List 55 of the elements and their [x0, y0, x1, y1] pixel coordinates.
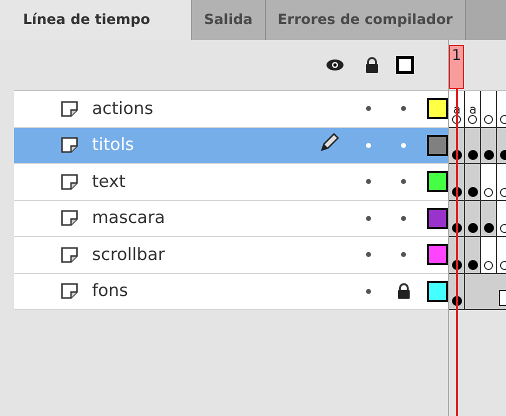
blank-keyframe[interactable]	[481, 91, 497, 126]
keyframe[interactable]	[465, 164, 481, 200]
outline-color-swatch[interactable]	[427, 244, 448, 266]
panel-tab[interactable]: Salida	[192, 0, 266, 40]
playhead[interactable]: 1	[449, 45, 464, 89]
layer-row[interactable]: text	[14, 164, 448, 200]
panel-tab[interactable]: Línea de tiempo	[0, 0, 192, 40]
layer-name: actions	[92, 98, 154, 119]
action-keyframe[interactable]	[465, 91, 481, 126]
outline-color-swatch[interactable]	[427, 134, 448, 156]
visibility-dot[interactable]	[366, 216, 370, 221]
visibility-dot[interactable]	[366, 142, 371, 148]
layer-icon	[61, 137, 79, 154]
layer-row[interactable]: scrollbar	[14, 237, 448, 274]
blank-keyframe[interactable]	[481, 164, 497, 200]
layer-icon	[61, 283, 79, 300]
keyframe[interactable]	[465, 128, 481, 163]
layer-icon	[61, 174, 79, 190]
lock-dot[interactable]	[400, 106, 406, 112]
outline-color-swatch[interactable]	[427, 208, 448, 229]
layer-row[interactable]: mascara	[14, 200, 448, 237]
action-script-icon	[468, 106, 476, 114]
visibility-dot[interactable]	[366, 252, 370, 258]
keyframe[interactable]	[481, 128, 497, 163]
lock-icon[interactable]	[365, 57, 379, 73]
outline-color-swatch[interactable]	[427, 98, 448, 120]
pencil-icon	[318, 133, 339, 154]
eye-icon[interactable]	[326, 59, 344, 71]
outline-color-swatch[interactable]	[427, 280, 448, 302]
visibility-dot[interactable]	[366, 288, 370, 294]
blank-keyframe[interactable]	[481, 237, 497, 272]
lock-dot[interactable]	[400, 179, 406, 184]
layer-icon	[61, 246, 79, 263]
visibility-dot[interactable]	[366, 106, 370, 112]
action-script-icon	[452, 106, 460, 114]
layer-name: fons	[92, 281, 130, 302]
layer-name: titols	[92, 135, 136, 156]
outline-icon[interactable]	[396, 56, 414, 74]
layer-icon	[61, 100, 79, 117]
outline-color-swatch[interactable]	[427, 171, 448, 192]
layer-row[interactable]: actions	[14, 91, 448, 128]
keyframe[interactable]	[481, 200, 497, 236]
layer-row[interactable]: fons	[14, 274, 448, 310]
keyframe[interactable]	[465, 237, 481, 272]
lock-icon[interactable]	[396, 283, 410, 300]
layer-name: scrollbar	[92, 244, 166, 265]
lock-dot[interactable]	[400, 252, 406, 258]
layer-name: text	[92, 172, 127, 192]
layer-name: mascara	[92, 208, 166, 228]
keyframe[interactable]	[465, 200, 481, 236]
visibility-dot[interactable]	[366, 179, 370, 184]
lock-dot[interactable]	[400, 216, 406, 221]
lock-dot[interactable]	[400, 142, 406, 148]
panel-tab[interactable]: Errores de compilador	[266, 0, 466, 40]
layer-icon	[61, 210, 79, 226]
